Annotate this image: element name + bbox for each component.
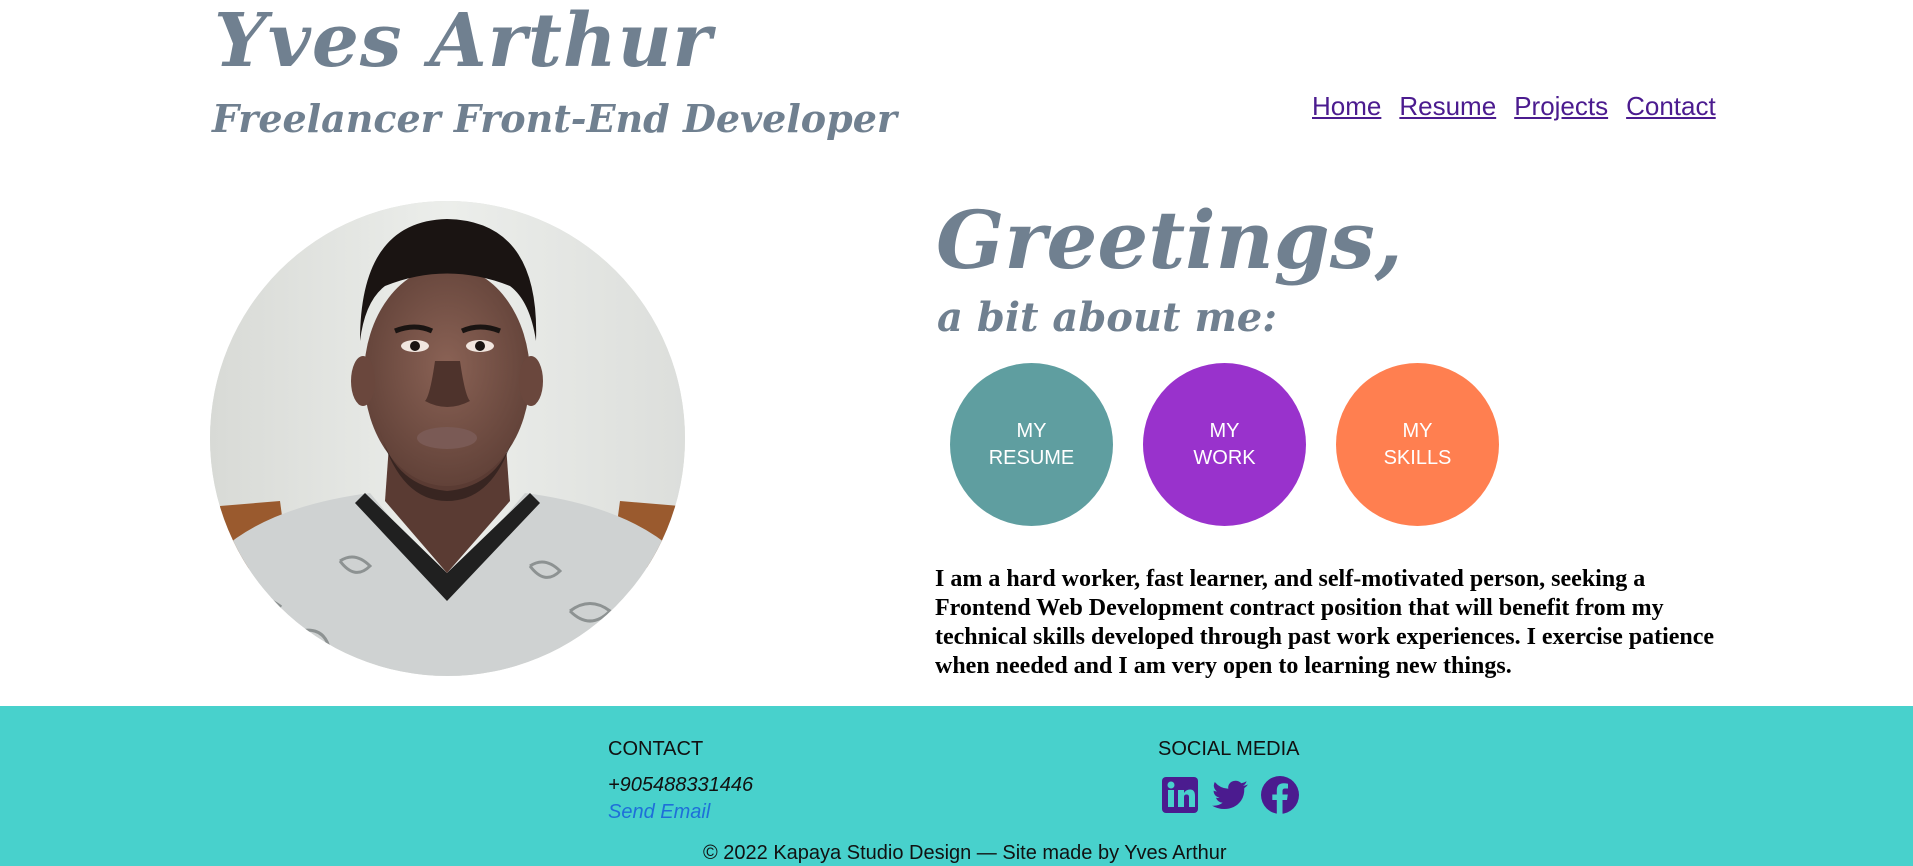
nav-contact-link[interactable]: Contact (1626, 88, 1716, 124)
footer: CONTACT +905488331446 Send Email SOCIAL … (0, 706, 1913, 866)
my-work-button[interactable]: MY WORK (1143, 363, 1306, 526)
my-work-button-line1: MY (1209, 419, 1240, 442)
my-resume-button[interactable]: MY RESUME (950, 363, 1113, 526)
send-email-link[interactable]: Send Email (608, 799, 710, 825)
linkedin-icon[interactable] (1160, 775, 1200, 815)
page: Yves Arthur Freelancer Front-End Develop… (0, 0, 1913, 866)
site-title: Yves Arthur (214, 0, 713, 84)
contact-heading: CONTACT (608, 738, 704, 760)
profile-photo (210, 201, 685, 676)
social-media-heading: SOCIAL MEDIA (1158, 738, 1300, 760)
facebook-icon[interactable] (1260, 775, 1300, 815)
main-nav: Home Resume Projects Contact (1312, 88, 1716, 124)
greeting-heading: Greetings, (936, 193, 1403, 287)
my-skills-button-line1: MY (1402, 419, 1433, 442)
social-icons (1160, 775, 1300, 815)
nav-projects-link[interactable]: Projects (1514, 88, 1608, 124)
my-resume-button-line1: MY (1016, 419, 1047, 442)
phone-number: +905488331446 (608, 774, 754, 796)
nav-home-link[interactable]: Home (1312, 88, 1381, 124)
copyright-text: © 2022 Kapaya Studio Design — Site made … (703, 842, 1227, 864)
my-work-button-line2: WORK (1193, 446, 1256, 469)
about-paragraph: I am a hard worker, fast learner, and se… (935, 566, 1715, 679)
my-skills-button[interactable]: MY SKILLS (1336, 363, 1499, 526)
my-resume-button-line2: RESUME (988, 446, 1075, 469)
twitter-icon[interactable] (1210, 775, 1250, 815)
nav-resume-link[interactable]: Resume (1399, 88, 1496, 124)
site-subtitle: Freelancer Front-End Developer (212, 96, 897, 141)
greeting-subheading: a bit about me: (937, 294, 1277, 341)
my-skills-button-line2: SKILLS (1383, 446, 1452, 469)
